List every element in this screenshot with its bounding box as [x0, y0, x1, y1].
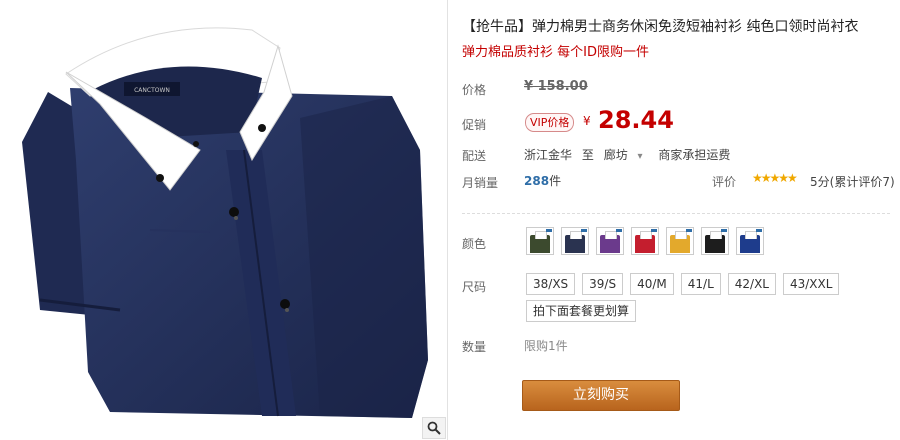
price-label: 价格: [462, 83, 487, 97]
color-swatches: [526, 227, 771, 255]
size-option[interactable]: 43/XXL: [782, 273, 840, 295]
ship-from: 浙江金华: [524, 148, 573, 162]
swatch-collar: [535, 231, 547, 239]
color-swatch[interactable]: [701, 227, 729, 255]
product-image[interactable]: CANCTOWN: [0, 0, 448, 440]
sales-unit: 件: [549, 174, 562, 188]
monthly-sales-label: 月销量: [462, 176, 499, 190]
rating-label: 评价: [712, 175, 737, 189]
monthly-sales: 288件: [524, 172, 561, 189]
color-swatch[interactable]: [736, 227, 764, 255]
swatch-collar: [605, 231, 617, 239]
product-title: 【抢牛品】弹力棉男士商务休闲免烫短袖衬衫 纯色口领时尚衬衣: [462, 19, 859, 35]
swatch-collar: [675, 231, 687, 239]
ship-destination-select[interactable]: 廊坊 ▾: [604, 148, 649, 162]
size-option[interactable]: 42/XL: [727, 273, 776, 295]
size-option[interactable]: 40/M: [630, 273, 674, 295]
chevron-down-icon: ▾: [637, 151, 643, 162]
zoom-button[interactable]: [422, 417, 446, 439]
color-swatch[interactable]: [631, 227, 659, 255]
swatch-collar: [570, 231, 582, 239]
size-option[interactable]: 39/S: [582, 273, 624, 295]
swatch-tag: [756, 229, 762, 232]
divider: [462, 213, 890, 214]
swatch-collar: [745, 231, 757, 239]
rating-summary-link[interactable]: 5分(累计评价7): [810, 173, 895, 190]
size-option[interactable]: 38/XS: [526, 273, 576, 295]
size-label: 尺码: [462, 280, 487, 294]
color-swatch[interactable]: [561, 227, 589, 255]
shipping-label: 配送: [462, 149, 487, 163]
swatch-collar: [640, 231, 652, 239]
color-swatch[interactable]: [666, 227, 694, 255]
combo-deal-button[interactable]: 拍下面套餐更划算: [526, 300, 637, 322]
product-subtitle: 弹力棉品质衬衫 每个ID限购一件: [462, 45, 649, 60]
shipping-fee: 商家承担运费: [658, 148, 731, 162]
swatch-tag: [546, 229, 552, 232]
quantity-label: 数量: [462, 340, 487, 354]
ship-to-word: 至: [581, 148, 594, 162]
swatch-tag: [686, 229, 692, 232]
color-swatch[interactable]: [526, 227, 554, 255]
sales-count: 288: [524, 174, 550, 188]
shipping-info: 浙江金华 至 廊坊 ▾ 商家承担运费: [524, 146, 736, 163]
swatch-collar: [710, 231, 722, 239]
swatch-tag: [651, 229, 657, 232]
promo-label: 促销: [462, 118, 487, 132]
svg-text:CANCTOWN: CANCTOWN: [134, 87, 170, 94]
buy-now-button[interactable]: 立刻购买: [522, 380, 680, 411]
swatch-tag: [581, 229, 587, 232]
vip-price-badge: VIP价格: [525, 113, 575, 132]
size-options: 38/XS 39/S 40/M 41/L 42/XL 43/XXL: [526, 273, 846, 295]
color-swatch[interactable]: [596, 227, 624, 255]
purchase-limit: 限购1件: [524, 339, 568, 353]
shirt-illustration: CANCTOWN: [22, 27, 428, 418]
magnifier-icon: [427, 421, 441, 435]
rating-stars-icon: ★★★★★: [752, 171, 798, 185]
swatch-tag: [721, 229, 727, 232]
currency-symbol: ¥: [583, 114, 591, 128]
original-price: ¥ 158.00: [524, 79, 588, 94]
swatch-tag: [616, 229, 622, 232]
current-price: 28.44: [598, 106, 674, 134]
ship-to: 廊坊: [603, 148, 628, 162]
color-label: 颜色: [462, 237, 487, 251]
size-option[interactable]: 41/L: [680, 273, 721, 295]
